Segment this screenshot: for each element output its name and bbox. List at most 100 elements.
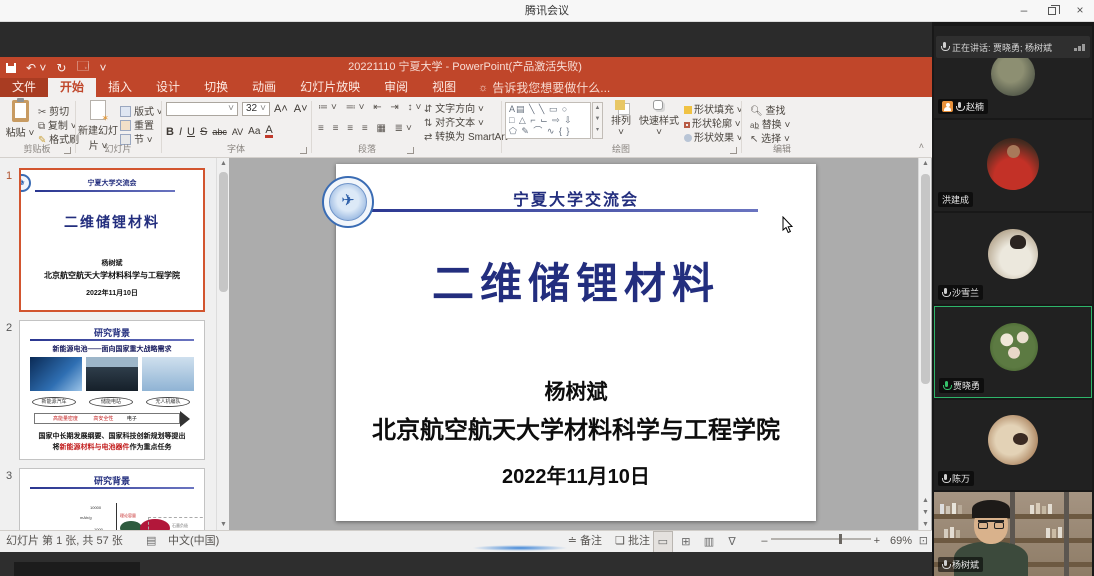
zoom-slider[interactable] — [771, 538, 871, 540]
ribbon: 粘贴 ˅ ✂ 剪切 ⧉ 复制 ˅ ✎ 格式刷 剪贴板 新建幻灯片 ˅ 版式 ˅ … — [0, 97, 932, 158]
replace-icon: ab̲ — [750, 121, 759, 130]
reset-button[interactable]: 重置 — [120, 117, 154, 132]
slide-sorter-icon[interactable]: ⊞ — [676, 532, 696, 553]
screen: 腾讯会议 – × ↶ ˅ ↻ 🗔 ˅ 20221110 宁夏大学 - Power… — [0, 0, 1094, 576]
slide-header: 宁夏大学交流会 — [336, 186, 816, 210]
slide-thumbnail-1[interactable]: 宁夏大学交流会 二维储锂材料 杨树斌 北京航空航天大学材料科学与工程学院 202… — [19, 168, 205, 312]
layout-button[interactable]: 版式 ˅ — [120, 103, 163, 118]
meeting-window-title: 腾讯会议 — [0, 0, 1094, 22]
mouse-cursor — [782, 216, 794, 234]
font-dialog-launcher[interactable] — [300, 147, 307, 154]
replace-button[interactable]: ab̲ 替换 ˅ — [750, 116, 790, 131]
language-indicator[interactable]: 中文(中国) — [168, 531, 219, 552]
restore-icon — [1048, 7, 1056, 15]
paste-button[interactable]: 粘贴 ˅ — [3, 100, 37, 139]
participant-tile[interactable]: 陈万 — [934, 400, 1092, 490]
group-editing: 🔍︎ 查找 ab̲ 替换 ˅ ↖ 选择 ˅ 编辑 — [742, 97, 822, 157]
text-direction-button[interactable]: ⇵ 文字方向 ˅ — [424, 100, 484, 115]
shapes-gallery[interactable]: A▤ ╲ ╲ ▭ ○□ △ ⌐ ⌙ ⇨ ⇩⬠ ✎ ⌒ ∿ { } — [505, 102, 591, 139]
restore-button[interactable] — [1038, 0, 1066, 22]
university-logo — [19, 174, 31, 192]
slide-thumbnail-2[interactable]: 研究背景 新能源电池——面向国家重大战略需求 新能源汽车 储能电站 无人机编队 … — [19, 320, 205, 460]
close-button[interactable]: × — [1066, 0, 1094, 22]
strikethrough-button[interactable]: S — [200, 126, 207, 138]
italic-button[interactable]: I — [179, 126, 182, 138]
shape-outline-icon — [684, 122, 690, 128]
reading-view-icon[interactable]: ▥ — [699, 532, 719, 553]
undo-icon[interactable]: ↶ ˅ — [26, 61, 46, 75]
bold-button[interactable]: B — [166, 126, 174, 138]
drawing-dialog-launcher[interactable] — [730, 147, 737, 154]
collapse-ribbon-icon[interactable]: ˄ — [919, 141, 924, 151]
comments-button[interactable]: ❏ 批注 — [615, 531, 650, 552]
font-color-button[interactable]: A — [265, 125, 272, 138]
shapes-gallery-scroll[interactable]: ▲▼▾ — [592, 102, 603, 139]
slideshow-view-icon[interactable]: ∇ — [722, 532, 742, 553]
font-name-combo[interactable]: ˅ — [166, 102, 238, 116]
shape-outline-button[interactable]: 形状轮廓 ˅ — [684, 115, 741, 130]
minimize-button[interactable]: – — [1010, 0, 1038, 22]
shrink-font-icon: A˅ — [294, 103, 308, 115]
change-case-button[interactable]: Aa — [248, 126, 260, 137]
char-spacing-button[interactable]: AV — [232, 127, 243, 137]
slideshow-from-start-icon[interactable]: 🗔 — [76, 57, 89, 78]
clipboard-dialog-launcher[interactable] — [64, 147, 71, 154]
participant-tile[interactable]: 沙雪兰 — [934, 213, 1092, 304]
tab-view[interactable]: 视图 — [420, 78, 468, 97]
tab-file[interactable]: 文件 — [0, 78, 48, 97]
zoom-out-icon[interactable]: – — [761, 535, 767, 547]
shape-fill-icon — [684, 106, 692, 114]
align-text-button[interactable]: ⇅ 对齐文本 ˅ — [424, 114, 484, 129]
underline-button[interactable]: U — [187, 126, 195, 138]
cut-button[interactable]: ✂ 剪切 — [38, 103, 69, 118]
redo-icon[interactable]: ↻ — [56, 61, 66, 75]
tab-animations[interactable]: 动画 — [240, 78, 288, 97]
ppt-statusbar: 幻灯片 第 1 张, 共 57 张 ▤ 中文(中国) ≐ 备注 ❏ 批注 ▭ ⊞… — [0, 530, 932, 552]
slide-canvas[interactable]: 宁夏大学交流会 二维储锂材料 杨树斌 北京航空航天大学材料科学与工程学院 202… — [336, 164, 816, 521]
participant-tile-video[interactable]: 杨树斌 — [934, 492, 1092, 576]
shape-effects-icon — [684, 134, 692, 142]
zoom-control[interactable]: – + — [761, 531, 880, 552]
quick-styles-icon — [653, 100, 663, 110]
save-icon[interactable] — [6, 63, 16, 73]
grow-shrink-font[interactable]: A˄A˅ — [274, 103, 308, 115]
avatar — [987, 138, 1039, 190]
tab-transitions[interactable]: 切换 — [192, 78, 240, 97]
thumb-number-3: 3 — [6, 470, 12, 482]
tab-slideshow[interactable]: 幻灯片放映 — [288, 78, 372, 97]
avatar — [990, 323, 1038, 371]
zoom-level: 69% — [890, 531, 912, 552]
view-buttons[interactable]: ▭ ⊞ ▥ ∇ — [653, 531, 742, 554]
smartart-button[interactable]: ⇄ 转换为 SmartArt — [424, 128, 507, 143]
slide-thumbnail-3[interactable]: 研究背景 10000 1000 mAh/g 理论容量 石墨负极 — [19, 468, 205, 530]
speaking-indicator: 正在讲话: 贾晓勇; 杨树斌 — [936, 36, 1090, 58]
tell-me-box[interactable]: ☼ 告诉我您想要做什么... — [468, 78, 620, 97]
slide-scrollbar[interactable]: ▲ ▲ ▼ ▼ — [918, 158, 931, 530]
avatar — [988, 415, 1038, 465]
shape-fill-button[interactable]: 形状填充 ˅ — [684, 101, 743, 116]
tab-design[interactable]: 设计 — [144, 78, 192, 97]
participant-tile[interactable]: 洪建成 — [934, 120, 1092, 211]
qat-customize-icon[interactable]: ˅ — [99, 61, 106, 75]
copy-button[interactable]: ⧉ 复制 ˅ — [38, 117, 77, 132]
notes-button[interactable]: ≐ 备注 — [568, 531, 602, 552]
find-button[interactable]: 🔍︎ 查找 — [750, 102, 785, 117]
fit-to-window-icon[interactable]: ⊡ — [919, 531, 928, 552]
abc-strike-icon[interactable]: abc — [212, 127, 227, 137]
participant-tile-speaking[interactable]: 贾晓勇 — [934, 306, 1092, 398]
normal-view-icon[interactable]: ▭ — [653, 531, 673, 554]
tab-insert[interactable]: 插入 — [96, 78, 144, 97]
thumbnail-scrollbar[interactable]: ▲ ▼ — [216, 158, 229, 530]
new-slide-icon — [90, 100, 106, 120]
alignment-icons[interactable]: ≡ ≡ ≡ ≡ ▦ ≣˅ — [318, 123, 415, 134]
list-indent-icons[interactable]: ≔˅ ≕˅ ⇤ ⇥ ↕˅ — [318, 102, 424, 113]
spellcheck-icon[interactable]: ▤ — [146, 531, 156, 552]
quick-styles-button[interactable]: 快速样式˅ — [636, 100, 682, 138]
tab-review[interactable]: 审阅 — [372, 78, 420, 97]
avatar — [991, 52, 1035, 96]
paragraph-dialog-launcher[interactable] — [407, 147, 414, 154]
tab-home[interactable]: 开始 — [48, 78, 96, 97]
arrange-button[interactable]: 排列˅ — [608, 100, 634, 138]
zoom-in-icon[interactable]: + — [874, 535, 880, 547]
font-size-combo[interactable]: 32˅ — [242, 102, 270, 116]
